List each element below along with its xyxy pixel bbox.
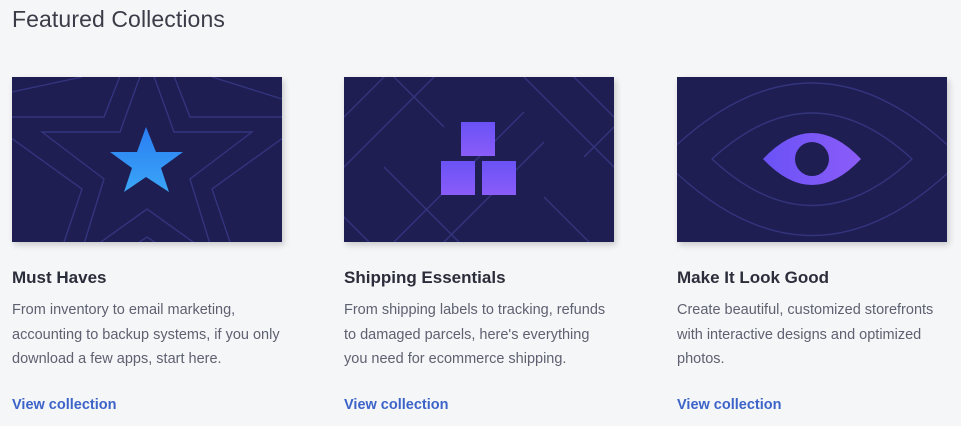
card-description: From shipping labels to tracking, refund… [344, 302, 606, 367]
collection-card-shipping-essentials[interactable]: Shipping Essentials From shipping labels… [344, 77, 614, 413]
eye-icon [677, 77, 947, 242]
boxes-icon [344, 77, 614, 242]
section-title: Featured Collections [12, 6, 225, 32]
view-collection-link[interactable]: View collection [677, 397, 782, 413]
star-icon [12, 77, 282, 242]
card-description: From inventory to email marketing, accou… [12, 302, 280, 367]
card-title: Must Haves [12, 268, 107, 287]
card-title: Shipping Essentials [344, 268, 506, 287]
collection-image-make-it-look-good[interactable] [677, 77, 947, 242]
card-description: Create beautiful, customized storefronts… [677, 302, 934, 367]
card-title: Make It Look Good [677, 268, 830, 287]
collection-image-must-haves[interactable] [12, 77, 282, 242]
collection-image-shipping-essentials[interactable] [344, 77, 614, 242]
collection-card-must-haves[interactable]: Must Haves From inventory to email marke… [12, 77, 282, 413]
view-collection-link[interactable]: View collection [12, 397, 117, 413]
collection-card-make-it-look-good[interactable]: Make It Look Good Create beautiful, cust… [677, 77, 947, 413]
view-collection-link[interactable]: View collection [344, 397, 449, 413]
